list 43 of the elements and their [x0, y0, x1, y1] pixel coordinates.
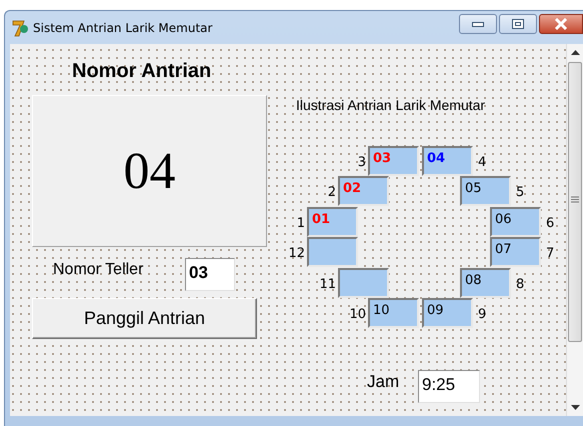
window-title: Sistem Antrian Larik Memutar [33, 20, 212, 34]
slot-number: 3 [358, 155, 366, 171]
slot-number: 9 [478, 307, 486, 323]
slot-number: 5 [516, 185, 524, 201]
slot-number: 6 [546, 216, 554, 232]
slot-number: 4 [478, 155, 486, 171]
scrollbar[interactable] [566, 44, 583, 416]
teller-field[interactable]: 03 [185, 258, 235, 291]
slot-number: 10 [349, 307, 366, 323]
scroll-up-icon[interactable] [571, 50, 580, 55]
slot-number: 7 [546, 246, 554, 262]
slot-value: 07 [495, 242, 512, 257]
slot-number: 12 [288, 246, 305, 262]
slot-number: 1 [296, 216, 305, 232]
minimize-icon [472, 21, 484, 27]
close-button[interactable] [539, 14, 583, 34]
maximize-icon [512, 19, 524, 29]
slot-value: 06 [495, 212, 512, 227]
slot-value: 02 [343, 181, 362, 196]
slot-number: 2 [328, 185, 336, 201]
clock-label: Jam [367, 372, 400, 392]
heading: Nomor Antrian [72, 60, 212, 83]
slot-value: 01 [312, 212, 330, 227]
slot-value: 10 [373, 303, 390, 318]
slot-value: 03 [373, 151, 392, 166]
close-icon [554, 18, 568, 30]
illustration-title: Ilustrasi Antrian Larik Memutar [296, 97, 486, 113]
slot-value: 04 [427, 151, 446, 166]
slot-number: 11 [319, 277, 336, 293]
grip-icon [571, 196, 579, 203]
clock-field[interactable]: 9:25 [418, 370, 480, 403]
app-icon [11, 18, 29, 36]
scroll-thumb[interactable] [568, 62, 582, 342]
slot-value: 05 [465, 181, 482, 196]
scroll-down-icon[interactable] [571, 405, 580, 410]
slot-value: 09 [427, 303, 444, 318]
slot-number: 8 [516, 277, 524, 293]
minimize-button[interactable] [459, 14, 497, 34]
queue-number-display: 04 [32, 95, 267, 247]
teller-label: Nomor Teller [53, 261, 144, 279]
call-queue-button[interactable]: Panggil Antrian [32, 298, 257, 339]
slot-value: 08 [465, 273, 482, 288]
maximize-button[interactable] [499, 14, 537, 34]
